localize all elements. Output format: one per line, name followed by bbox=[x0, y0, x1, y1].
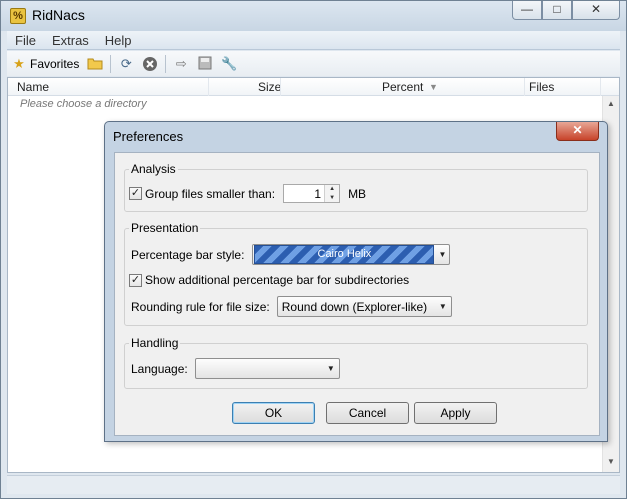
language-row: Language: ▼ bbox=[131, 358, 340, 379]
bar-style-preview: Cairo Helix bbox=[254, 245, 435, 264]
presentation-group-label: Presentation bbox=[129, 221, 201, 235]
unit-label: MB bbox=[348, 186, 367, 201]
save-button[interactable] bbox=[193, 53, 217, 75]
group-files-stepper[interactable]: 1 ▲ ▼ bbox=[283, 184, 341, 203]
maximize-button[interactable]: □ bbox=[542, 1, 572, 20]
column-divider[interactable] bbox=[280, 78, 281, 96]
menu-extras[interactable]: Extras bbox=[44, 33, 97, 48]
analysis-group-label: Analysis bbox=[129, 162, 178, 176]
bar-style-select[interactable]: Cairo Helix ▼ bbox=[252, 244, 451, 265]
language-label: Language: bbox=[131, 361, 188, 376]
subdirs-label: Show additional percentage bar for subdi… bbox=[145, 273, 410, 287]
group-files-value[interactable]: 1 bbox=[284, 187, 324, 201]
settings-button[interactable]: 🔧 bbox=[217, 53, 241, 75]
column-divider[interactable] bbox=[524, 78, 525, 96]
subdirs-checkbox[interactable]: ✓ bbox=[129, 273, 142, 287]
toolbar: ★ Favorites ⟳ ⇨ 🔧 bbox=[7, 51, 620, 76]
toolbar-separator bbox=[110, 54, 112, 73]
cancel-button[interactable]: Cancel bbox=[326, 402, 409, 424]
refresh-button[interactable]: ⟳ bbox=[114, 53, 138, 75]
rounding-label: Rounding rule for file size: bbox=[131, 299, 270, 314]
empty-placeholder: Please choose a directory bbox=[20, 98, 147, 110]
stepper-up-icon[interactable]: ▲ bbox=[325, 185, 340, 194]
column-size[interactable]: Size bbox=[258, 80, 281, 94]
window-title: RidNacs bbox=[32, 7, 85, 23]
status-bar bbox=[7, 475, 620, 494]
export-icon: ⇨ bbox=[175, 55, 187, 71]
menu-help[interactable]: Help bbox=[97, 33, 140, 48]
group-files-checkbox[interactable]: ✓ bbox=[129, 187, 142, 200]
ok-button[interactable]: OK bbox=[232, 402, 315, 424]
column-divider[interactable] bbox=[600, 78, 601, 96]
subdirs-row: ✓ Show additional percentage bar for sub… bbox=[129, 273, 409, 287]
chevron-down-icon: ▼ bbox=[326, 364, 335, 373]
scroll-up-icon[interactable]: ▲ bbox=[607, 99, 615, 108]
menu-bar: File Extras Help bbox=[7, 31, 620, 50]
rounding-row: Rounding rule for file size: Round down … bbox=[131, 296, 452, 317]
group-files-label: Group files smaller than: bbox=[145, 186, 276, 201]
menu-file[interactable]: File bbox=[7, 33, 44, 48]
stop-icon bbox=[142, 56, 158, 72]
chevron-down-icon: ▼ bbox=[438, 302, 447, 311]
presentation-group: Presentation Percentage bar style: Cairo… bbox=[124, 221, 588, 326]
chevron-down-icon: ▼ bbox=[438, 250, 447, 259]
scroll-down-icon[interactable]: ▼ bbox=[607, 457, 615, 466]
title-bar[interactable]: % RidNacs — □ ✕ bbox=[1, 1, 626, 31]
rounding-select[interactable]: Round down (Explorer-like) ▼ bbox=[276, 296, 452, 317]
wrench-icon: 🔧 bbox=[221, 55, 238, 71]
sort-arrow-icon: ▼ bbox=[429, 82, 438, 92]
dialog-close-button[interactable]: ✕ bbox=[556, 122, 599, 141]
column-percent[interactable]: Percent bbox=[382, 80, 423, 94]
bar-style-label: Percentage bar style: bbox=[131, 247, 245, 262]
favorites-button[interactable]: ★ Favorites bbox=[7, 53, 83, 75]
save-icon bbox=[197, 56, 213, 72]
stepper-buttons: ▲ ▼ bbox=[324, 185, 340, 202]
column-divider[interactable] bbox=[208, 78, 209, 96]
minimize-button[interactable]: — bbox=[512, 1, 542, 20]
open-folder-icon bbox=[87, 56, 103, 72]
dialog-title: Preferences bbox=[113, 129, 184, 144]
window-controls: — □ ✕ bbox=[512, 1, 620, 21]
analysis-group: Analysis ✓ Group files smaller than: 1 ▲… bbox=[124, 162, 588, 212]
stepper-down-icon[interactable]: ▼ bbox=[325, 193, 340, 202]
favorites-label: Favorites bbox=[30, 56, 80, 71]
star-folder-icon: ★ bbox=[13, 55, 25, 71]
refresh-icon: ⟳ bbox=[120, 55, 132, 71]
list-header: Name Size Percent ▼ Files bbox=[8, 78, 619, 96]
open-folder-button[interactable] bbox=[83, 53, 107, 75]
app-icon: % bbox=[10, 8, 26, 24]
bar-style-row: Percentage bar style: Cairo Helix ▼ bbox=[131, 244, 451, 265]
rounding-value: Round down (Explorer-like) bbox=[281, 299, 428, 314]
export-button[interactable]: ⇨ bbox=[169, 53, 193, 75]
group-files-row: ✓ Group files smaller than: 1 ▲ ▼ MB bbox=[129, 184, 366, 203]
language-select[interactable]: ▼ bbox=[194, 358, 340, 379]
column-files[interactable]: Files bbox=[529, 80, 554, 94]
preferences-dialog: Preferences ✕ Analysis ✓ Group files sma… bbox=[104, 121, 608, 442]
close-button[interactable]: ✕ bbox=[572, 1, 620, 20]
dialog-body: Analysis ✓ Group files smaller than: 1 ▲… bbox=[114, 152, 600, 436]
handling-group: Handling Language: ▼ bbox=[124, 336, 588, 389]
toolbar-separator bbox=[165, 54, 167, 73]
handling-group-label: Handling bbox=[129, 336, 181, 350]
stop-button[interactable] bbox=[138, 53, 162, 75]
apply-button[interactable]: Apply bbox=[414, 402, 497, 424]
column-name[interactable]: Name bbox=[17, 80, 49, 94]
